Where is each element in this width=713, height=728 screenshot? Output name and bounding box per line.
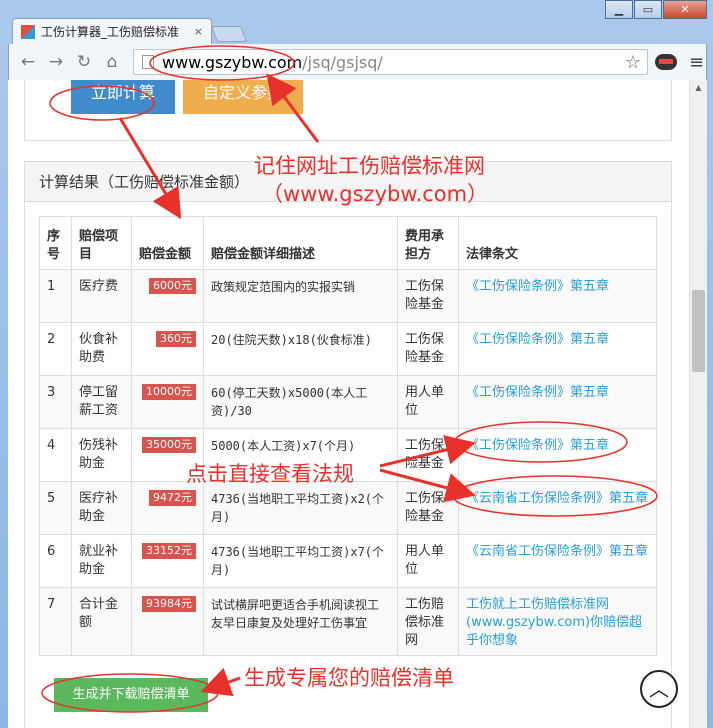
cell-law[interactable]: 《工伤保险条例》第五章: [458, 428, 657, 482]
annotation-click-law: 点击直接查看法规: [186, 462, 354, 486]
cell-item: 医疗补助金: [71, 481, 132, 535]
table-row: 7 合计金额 93984元 试试横屏吧更适合手机阅读视工友早日康复及处理好工伤事宜 工伤…: [39, 587, 657, 656]
scroll-to-top-button[interactable]: ︿: [640, 670, 678, 708]
page-icon: [142, 55, 154, 69]
cell-desc: 政策规定范围内的实报实销: [203, 269, 398, 323]
home-icon[interactable]: ⌂: [99, 49, 125, 75]
annotation-remember-line2: （www.gszybw.com）: [262, 182, 489, 206]
col-header-item: 赔偿项目: [71, 216, 132, 270]
close-window-button[interactable]: ✕: [663, 0, 707, 19]
annotation-remember-line1: 记住网址工伤赔偿标准网: [254, 154, 485, 178]
col-header-payer: 费用承担方: [397, 216, 459, 270]
cell-no: 7: [39, 587, 72, 656]
url-host: www.gszybw.com: [162, 52, 303, 72]
address-bar[interactable]: www.gszybw.com/jsq/gsjsq/ ☆: [133, 49, 648, 75]
table-row: 1 医疗费 6000元 政策规定范围内的实报实销 工伤保险基金 《工伤保险条例》第五章: [39, 269, 657, 323]
browser-window: ▁ ▭ ✕ 工伤计算器_工伤赔偿标准 × ← → ↻ ⌂ www.gszybw.…: [0, 0, 713, 728]
cell-law[interactable]: 《云南省工伤保险条例》第五章: [458, 534, 657, 588]
url-path: /jsq/gsjsq/: [302, 52, 383, 72]
cell-payer: 工伤保险基金: [397, 322, 459, 376]
cell-item: 停工留薪工资: [71, 375, 132, 429]
generate-list-button[interactable]: 生成并下载赔偿清单: [54, 678, 208, 712]
table-row: 6 就业补助金 33152元 4736(当地职工平均工资)x7(个月) 用人单位 《云南省…: [39, 534, 657, 588]
col-header-law: 法律条文: [458, 216, 657, 270]
cell-amount: 33152元: [131, 534, 204, 588]
cell-desc: 试试横屏吧更适合手机阅读视工友早日康复及处理好工伤事宜: [203, 587, 398, 656]
results-table: 序号 赔偿项目 赔偿金额 赔偿金额详细描述 费用承担方 法律条文 1 医疗费 600…: [39, 216, 657, 656]
minimize-button[interactable]: ▁: [605, 0, 633, 19]
cell-law[interactable]: 《工伤保险条例》第五章: [458, 322, 657, 376]
cell-law[interactable]: 工伤就上工伤赔偿标准网(www.gszybw.com)你赔偿超乎你想象: [458, 587, 657, 656]
extension-icon[interactable]: [655, 54, 677, 70]
amount-badge: 6000元: [149, 278, 196, 294]
cell-no: 1: [39, 269, 72, 323]
cell-desc: 20(住院天数)x18(伙食标准): [203, 322, 398, 376]
cell-amount: 93984元: [131, 587, 204, 656]
tab-close-icon[interactable]: ×: [194, 25, 203, 38]
col-header-amount: 赔偿金额: [131, 216, 204, 270]
cell-payer: 用人单位: [397, 375, 459, 429]
cell-desc: 60(停工天数)x5000(本人工资)/30: [203, 375, 398, 429]
cell-item: 医疗费: [71, 269, 132, 323]
table-header-row: 序号 赔偿项目 赔偿金额 赔偿金额详细描述 费用承担方 法律条文: [39, 216, 657, 270]
cell-no: 4: [39, 428, 72, 482]
cell-item: 就业补助金: [71, 534, 132, 588]
scrollbar-thumb[interactable]: [692, 290, 705, 372]
tab-title: 工伤计算器_工伤赔偿标准: [41, 25, 180, 39]
col-header-no: 序号: [39, 216, 72, 270]
cell-law[interactable]: 《工伤保险条例》第五章: [458, 269, 657, 323]
maximize-button[interactable]: ▭: [634, 0, 662, 19]
cell-item: 合计金额: [71, 587, 132, 656]
amount-badge: 93984元: [142, 596, 196, 612]
cell-payer: 工伤赔偿标准网: [397, 587, 459, 656]
site-favicon-icon: [21, 24, 35, 39]
cell-payer: 工伤保险基金: [397, 269, 459, 323]
amount-badge: 360元: [156, 331, 196, 347]
amount-badge: 33152元: [142, 543, 196, 559]
table-row: 2 伙食补助费 360元 20(住院天数)x18(伙食标准) 工伤保险基金 《工伤保险条例…: [39, 322, 657, 376]
cell-payer: 工伤保险基金: [397, 428, 459, 482]
bookmark-star-icon[interactable]: ☆: [625, 52, 641, 73]
col-header-desc: 赔偿金额详细描述: [203, 216, 398, 270]
amount-badge: 9472元: [149, 490, 196, 506]
cell-amount: 9472元: [131, 481, 204, 535]
forward-icon[interactable]: →: [43, 49, 69, 75]
scroll-up-icon[interactable]: ▲: [690, 80, 707, 96]
results-panel: 计算结果（工伤赔偿标准金额） 序号 赔偿项目 赔偿金额 赔偿金额详细描述 费用承…: [24, 161, 672, 728]
cell-payer: 工伤保险基金: [397, 481, 459, 535]
window-controls: ▁ ▭ ✕: [604, 0, 707, 19]
reload-icon[interactable]: ↻: [71, 49, 97, 75]
cell-item: 伙食补助费: [71, 322, 132, 376]
form-panel: 立即计算 自定义参数: [24, 80, 672, 141]
page-scrollbar[interactable]: ▲: [689, 80, 707, 728]
back-icon[interactable]: ←: [15, 49, 41, 75]
amount-badge: 10000元: [142, 384, 196, 400]
cell-item: 伤残补助金: [71, 428, 132, 482]
cell-no: 6: [39, 534, 72, 588]
cell-no: 2: [39, 322, 72, 376]
cell-amount: 6000元: [131, 269, 204, 323]
cell-law[interactable]: 《工伤保险条例》第五章: [458, 375, 657, 429]
table-row: 3 停工留薪工资 10000元 60(停工天数)x5000(本人工资)/30 用人单位《…: [39, 375, 657, 429]
cell-no: 3: [39, 375, 72, 429]
browser-tab[interactable]: 工伤计算器_工伤赔偿标准 ×: [12, 18, 212, 44]
table-row: 5 医疗补助金 9472元 4736(当地职工平均工资)x2(个月) 工伤保险基金 《云南…: [39, 481, 657, 535]
cell-amount: 10000元: [131, 375, 204, 429]
cell-amount: 360元: [131, 322, 204, 376]
annotation-generate-note: 生成专属您的赔偿清单: [244, 666, 454, 690]
cell-law[interactable]: 《云南省工伤保险条例》第五章: [458, 481, 657, 535]
browser-toolbar: ← → ↻ ⌂ www.gszybw.com/jsq/gsjsq/ ☆ ≡: [8, 44, 707, 80]
cell-no: 5: [39, 481, 72, 535]
menu-icon[interactable]: ≡: [689, 52, 704, 73]
calculate-button[interactable]: 立即计算: [71, 80, 175, 114]
cell-desc: 4736(当地职工平均工资)x7(个月): [203, 534, 398, 588]
cell-desc: 4736(当地职工平均工资)x2(个月): [203, 481, 398, 535]
custom-params-button[interactable]: 自定义参数: [183, 80, 303, 114]
new-tab-button[interactable]: [211, 26, 247, 42]
amount-badge: 35000元: [142, 437, 196, 453]
cell-payer: 用人单位: [397, 534, 459, 588]
